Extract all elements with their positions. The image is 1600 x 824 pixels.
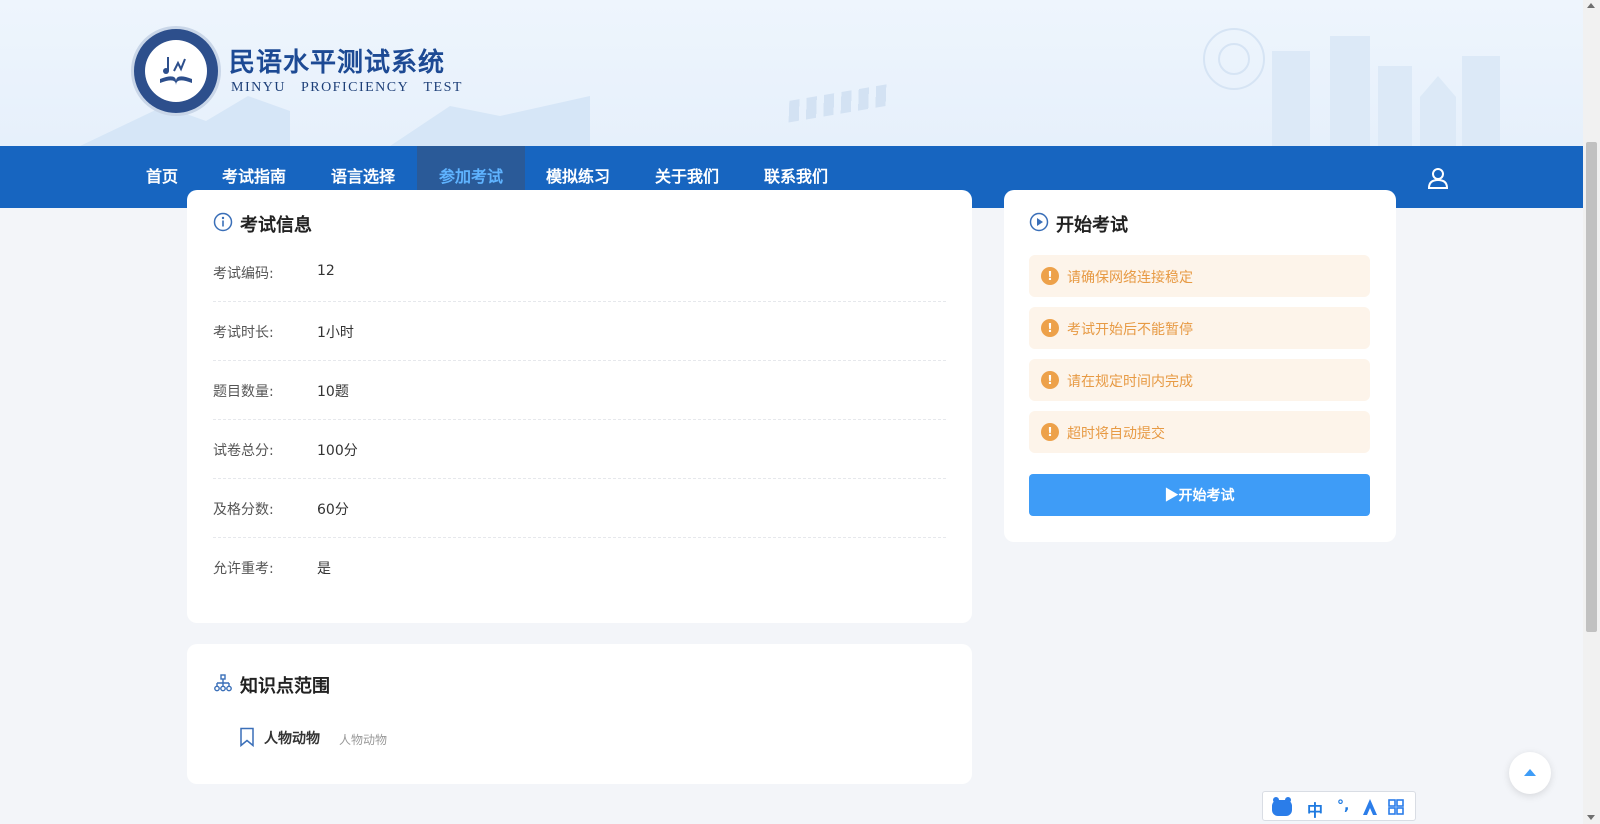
- decorative-building: [1420, 76, 1456, 146]
- baidu-paw-icon[interactable]: [1271, 797, 1293, 817]
- ime-toolbar: 中 °,: [1262, 791, 1416, 821]
- row-label: 及格分数:: [213, 502, 274, 518]
- row-value: 60分: [317, 502, 349, 518]
- site-logo[interactable]: [131, 26, 221, 116]
- notice-text: 请确保网络连接稳定: [1067, 270, 1193, 286]
- warning-icon: !: [1041, 423, 1059, 441]
- decorative-stripes: [788, 83, 892, 123]
- row-value: 10题: [317, 384, 349, 400]
- scroll-up-arrow-icon[interactable]: [1587, 3, 1595, 8]
- row-value: 12: [317, 263, 335, 279]
- info-icon: [213, 212, 233, 232]
- exam-info-row: 试卷总分: 100分: [213, 420, 946, 479]
- row-value: 1小时: [317, 325, 354, 341]
- ime-chinese-mode[interactable]: 中: [1307, 797, 1323, 821]
- decorative-circle: [1218, 43, 1250, 75]
- knowledge-title: 知识点范围: [240, 676, 330, 697]
- start-exam-button-label: 开始考试: [1178, 487, 1235, 503]
- exam-info-row: 考试编码: 12: [213, 243, 946, 302]
- site-header: 民语水平测试系统 MINYU PROFICIENCY TEST: [0, 0, 1583, 146]
- notice-item: ! 超时将自动提交: [1029, 411, 1370, 453]
- knowledge-card: [187, 644, 972, 784]
- decorative-building: [1272, 51, 1310, 146]
- row-label: 允许重考:: [213, 561, 274, 577]
- exam-info-row: 允许重考: 是: [213, 538, 946, 597]
- notice-item: ! 请确保网络连接稳定: [1029, 255, 1370, 297]
- decorative-building: [1462, 56, 1500, 146]
- bookmark-icon: [240, 727, 254, 747]
- ime-punctuation-mode[interactable]: °,: [1337, 798, 1349, 814]
- user-icon[interactable]: [1426, 166, 1450, 190]
- decorative-building: [1330, 36, 1370, 146]
- notice-text: 考试开始后不能暂停: [1067, 322, 1193, 338]
- caret-up-icon: [1524, 769, 1536, 776]
- row-label: 试卷总分:: [213, 443, 274, 459]
- start-exam-title: 开始考试: [1056, 215, 1128, 236]
- ime-skin-icon[interactable]: [1361, 798, 1379, 816]
- ime-grid-icon[interactable]: [1387, 798, 1405, 816]
- warning-icon: !: [1041, 371, 1059, 389]
- exam-info-row: 题目数量: 10题: [213, 361, 946, 420]
- row-label: 题目数量:: [213, 384, 274, 400]
- book-music-icon: [160, 57, 192, 85]
- exam-info-title: 考试信息: [240, 215, 312, 236]
- notice-item: ! 请在规定时间内完成: [1029, 359, 1370, 401]
- play-circle-icon: [1029, 212, 1049, 232]
- row-label: 考试时长:: [213, 325, 274, 341]
- brand-subtitle: MINYU PROFICIENCY TEST: [231, 80, 463, 95]
- row-value: 是: [317, 561, 331, 577]
- brand-title: 民语水平测试系统: [229, 48, 446, 78]
- warning-icon: !: [1041, 267, 1059, 285]
- notice-text: 请在规定时间内完成: [1067, 374, 1193, 390]
- knowledge-item-desc: 人物动物: [339, 733, 388, 747]
- notice-text: 超时将自动提交: [1067, 426, 1165, 442]
- exam-info-row: 考试时长: 1小时: [213, 302, 946, 361]
- scrollbar-thumb[interactable]: [1586, 142, 1597, 632]
- exam-info-row: 及格分数: 60分: [213, 479, 946, 538]
- knowledge-item-name: 人物动物: [264, 731, 320, 747]
- row-label: 考试编码:: [213, 266, 274, 282]
- warning-icon: !: [1041, 319, 1059, 337]
- decorative-building: [1378, 66, 1412, 146]
- notice-item: ! 考试开始后不能暂停: [1029, 307, 1370, 349]
- sitemap-icon: [214, 674, 232, 692]
- scroll-down-arrow-icon[interactable]: [1587, 815, 1595, 820]
- back-to-top-button[interactable]: [1509, 752, 1551, 794]
- decorative-hill: [390, 96, 590, 146]
- play-icon: ▶: [1164, 487, 1179, 503]
- start-exam-button[interactable]: ▶开始考试: [1029, 474, 1370, 516]
- row-value: 100分: [317, 443, 358, 459]
